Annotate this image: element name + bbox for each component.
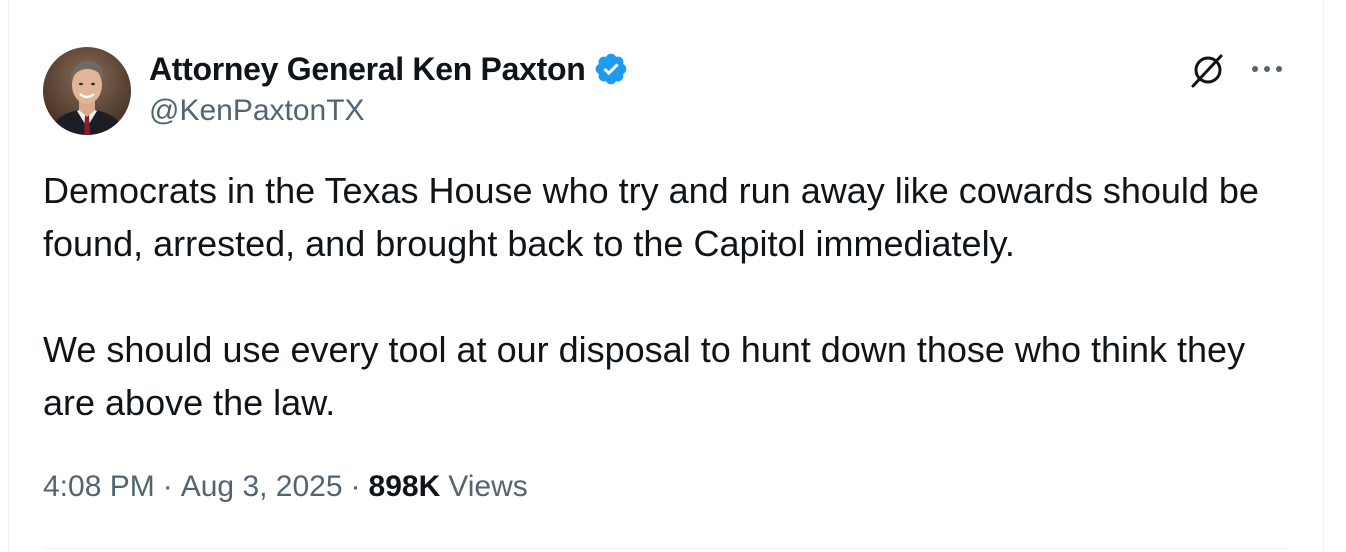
- avatar[interactable]: [43, 47, 131, 135]
- meta-separator: ·: [350, 470, 361, 503]
- tweet-meta: 4:08 PM · Aug 3, 2025 · 898K Views: [43, 470, 528, 504]
- tweet-paragraph: We should use every tool at our disposal…: [43, 329, 1246, 423]
- author-name-row: Attorney General Ken Paxton: [149, 50, 629, 88]
- tweet-card: Attorney General Ken Paxton @KenPaxtonTX…: [8, 0, 1324, 552]
- tweet-paragraph: Democrats in the Texas House who try and…: [43, 170, 1259, 264]
- views-count: 898K: [368, 470, 441, 503]
- more-options-icon[interactable]: [1247, 52, 1287, 86]
- tweet-text: Democrats in the Texas House who try and…: [43, 164, 1293, 429]
- tweet-time[interactable]: 4:08 PM: [43, 470, 155, 504]
- author-display-name[interactable]: Attorney General Ken Paxton: [149, 51, 586, 88]
- author-handle[interactable]: @KenPaxtonTX: [149, 94, 365, 128]
- views-label: Views: [448, 470, 528, 503]
- verified-badge-icon[interactable]: [593, 51, 629, 87]
- grok-icon[interactable]: [1185, 48, 1229, 92]
- meta-separator: ·: [162, 470, 173, 503]
- tweet-date[interactable]: Aug 3, 2025: [181, 470, 343, 504]
- avatar-photo: [43, 47, 131, 135]
- divider: [43, 548, 1289, 549]
